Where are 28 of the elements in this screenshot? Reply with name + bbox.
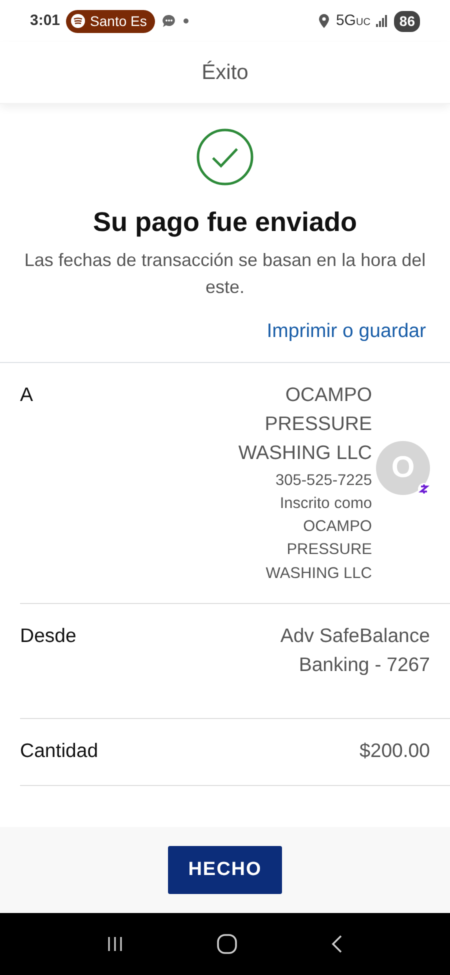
- signal-icon: [376, 14, 388, 27]
- location-icon: [318, 14, 330, 28]
- phone-number: 305-525-7225: [275, 470, 372, 490]
- check-circle-icon: [196, 128, 254, 186]
- media-pill[interactable]: Santo Es: [66, 10, 155, 32]
- chat-icon: [160, 12, 177, 29]
- battery-indicator: 86: [394, 10, 420, 32]
- done-button[interactable]: HECHO: [168, 846, 282, 894]
- detail-label: Cantidad: [20, 739, 98, 764]
- back-icon[interactable]: [330, 934, 344, 954]
- notification-dot-icon: [182, 18, 189, 24]
- status-time: 3:01: [30, 10, 60, 31]
- print-link[interactable]: Imprimir o guardar: [266, 320, 426, 342]
- confirmation-title: Su pago fue enviado: [92, 206, 358, 239]
- detail-value: $200.00: [360, 739, 430, 764]
- confirmation-message: Las fechas de transacción se basan en la hora del este.: [24, 248, 426, 298]
- detail-value: Adv SafeBalance Banking - 7267: [279, 624, 430, 678]
- enrolled-label: Inscrito como: [280, 494, 372, 514]
- recipient-name: OCAMPO PRESSURE WASHING LLC: [237, 382, 372, 466]
- music-icon: [70, 13, 86, 29]
- enrolled-name: OCAMPO PRESSURE WASHING LLC: [264, 517, 372, 584]
- payment-app-badge-icon: [418, 482, 430, 496]
- detail-label: A: [20, 382, 34, 408]
- screen-title: Éxito: [0, 42, 450, 104]
- network-label: 5GUC: [336, 10, 370, 31]
- recent-apps-icon[interactable]: [106, 935, 124, 953]
- detail-label: Desde: [20, 624, 76, 649]
- home-icon[interactable]: [216, 933, 238, 955]
